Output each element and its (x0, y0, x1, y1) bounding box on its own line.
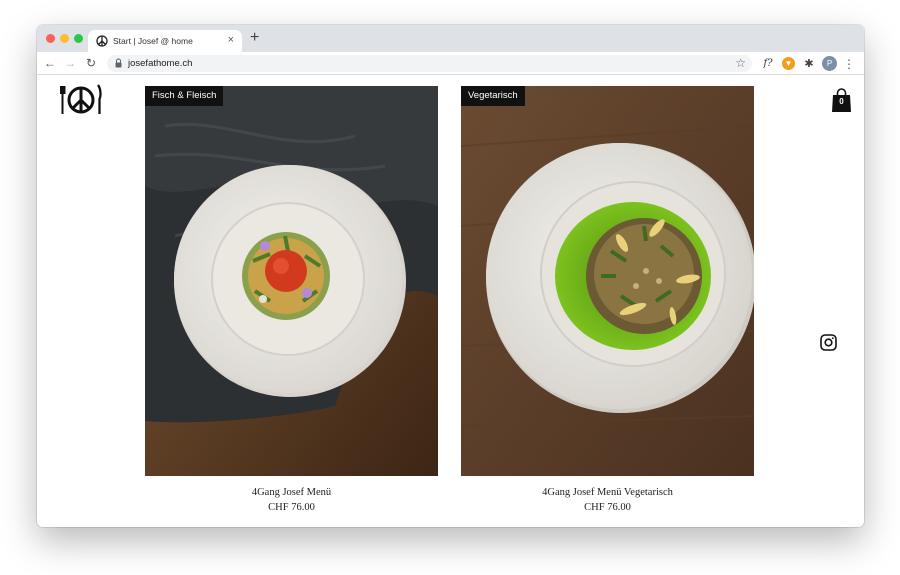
lock-icon (115, 58, 122, 68)
instagram-icon[interactable] (820, 334, 837, 351)
tab-strip: Start | Josef @ home × + (37, 25, 864, 52)
tab-close-icon[interactable]: × (228, 34, 234, 46)
page-content: 0 Fisch & Fleisch 4Gang Josef Menü CHF 7… (37, 76, 864, 527)
address-bar[interactable]: josefathome.ch ☆ (107, 55, 752, 72)
product-name[interactable]: 4Gang Josef Menü Vegetarisch (461, 486, 754, 500)
back-arrow-icon[interactable]: ← (43, 55, 57, 71)
fork-peace-knife-logo-icon[interactable] (60, 83, 102, 116)
product-card[interactable]: Fisch & Fleisch 4Gang Josef Menü CHF 76.… (145, 86, 438, 515)
formula-extension-icon[interactable]: f? (761, 57, 775, 71)
product-name[interactable]: 4Gang Josef Menü (145, 486, 438, 500)
new-tab-button[interactable]: + (250, 29, 259, 47)
cart-count: 0 (839, 97, 844, 106)
shopping-bag-icon[interactable]: 0 (832, 88, 851, 112)
url-text[interactable]: josefathome.ch (128, 57, 192, 70)
orange-extension-icon[interactable]: ▼ (782, 57, 795, 70)
maximize-window-button[interactable] (74, 34, 83, 43)
reload-icon[interactable]: ↻ (84, 55, 98, 71)
fish-meat-dish-image (145, 86, 438, 476)
tab-title: Start | Josef @ home (113, 36, 193, 46)
product-price: CHF 76.00 (584, 502, 631, 513)
vegetarian-dish-image (461, 86, 754, 476)
extensions-puzzle-icon[interactable]: ✱ (802, 57, 816, 71)
product-card[interactable]: Vegetarisch 4Gang Josef Menü Vegetarisch… (461, 86, 754, 515)
bookmark-star-icon[interactable]: ☆ (735, 55, 746, 72)
product-price: CHF 76.00 (268, 502, 315, 513)
forward-arrow-icon[interactable]: → (63, 55, 77, 71)
peace-favicon-icon (96, 35, 108, 47)
browser-window: Start | Josef @ home × + ← → ↻ josefatho… (37, 25, 864, 527)
browser-toolbar: ← → ↻ josefathome.ch ☆ f? ▼ ✱ P ⋮ (37, 52, 864, 75)
profile-avatar[interactable]: P (822, 56, 837, 71)
browser-menu-icon[interactable]: ⋮ (843, 57, 855, 71)
product-photo[interactable]: Vegetarisch (461, 86, 754, 476)
category-badge: Vegetarisch (461, 86, 525, 106)
category-badge: Fisch & Fleisch (145, 86, 224, 106)
close-window-button[interactable] (46, 34, 55, 43)
minimize-window-button[interactable] (60, 34, 69, 43)
browser-tab[interactable]: Start | Josef @ home × (88, 30, 242, 52)
product-photo[interactable]: Fisch & Fleisch (145, 86, 438, 476)
